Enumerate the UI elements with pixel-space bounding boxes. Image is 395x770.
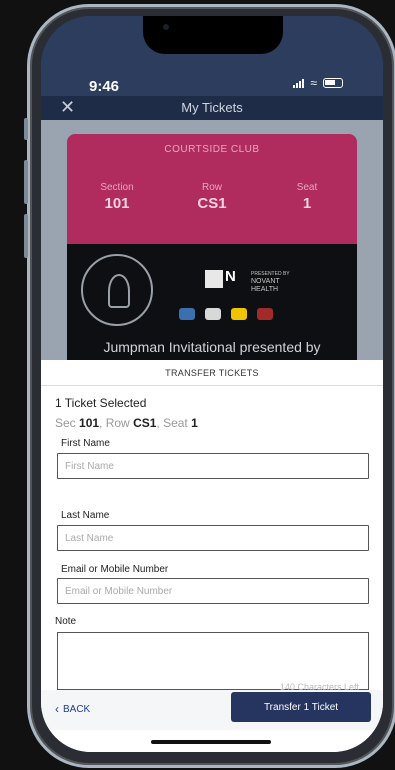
last-name-input[interactable] xyxy=(57,525,369,551)
event-name: Jumpman Invitational presented by xyxy=(103,339,321,355)
page-title: My Tickets xyxy=(181,100,243,115)
sponsor-text: PRESENTED BY NOVANT HEALTH xyxy=(251,270,290,294)
row-value: CS1 xyxy=(133,416,157,430)
home-indicator-area xyxy=(41,730,383,752)
seat-value: 1 xyxy=(191,416,198,430)
transfer-button[interactable]: Transfer 1 Ticket xyxy=(231,692,371,722)
school-logo-icon xyxy=(205,308,221,320)
status-time: 9:46 xyxy=(89,78,120,95)
volume-down-button xyxy=(24,214,28,258)
row-prefix: , Row xyxy=(99,416,134,430)
home-indicator[interactable] xyxy=(151,740,271,744)
tickets-selected: 1 Ticket Selected xyxy=(55,396,147,410)
section-value: 101 xyxy=(104,195,130,212)
signal-icon xyxy=(293,78,305,88)
ticket-seat: Seat 1 xyxy=(262,182,352,212)
ticket-section: Section 101 xyxy=(72,182,162,212)
contact-label: Email or Mobile Number xyxy=(61,564,169,575)
seat-prefix: , Seat xyxy=(156,416,192,430)
row-value: CS1 xyxy=(197,195,227,212)
seat-summary: Sec 101, Row CS1, Seat 1 xyxy=(55,416,198,430)
wifi-icon: ≈ xyxy=(310,76,317,90)
chevron-left-icon: ‹ xyxy=(55,702,59,716)
school-logo-icon xyxy=(231,308,247,320)
first-name-input[interactable] xyxy=(57,453,369,479)
sec-prefix: Sec xyxy=(55,416,80,430)
sec-value: 101 xyxy=(79,416,100,430)
notch xyxy=(143,16,283,54)
camera-icon xyxy=(163,24,169,30)
school-logo-icon xyxy=(257,308,273,320)
transfer-sheet: TRANSFER TICKETS 1 Ticket Selected Sec 1… xyxy=(41,360,383,752)
ticket-row: Row CS1 xyxy=(167,182,257,212)
note-label: Note xyxy=(55,616,77,627)
school-logo-icon xyxy=(179,308,195,320)
seat-value: 1 xyxy=(302,195,312,212)
first-name-label: First Name xyxy=(61,438,110,449)
sponsor-label: PRESENTED BY xyxy=(251,271,290,277)
battery-icon xyxy=(323,78,343,88)
sponsor-mark: N xyxy=(225,268,236,285)
novant-logo-icon xyxy=(205,270,223,288)
transfer-title: TRANSFER TICKETS xyxy=(41,360,383,386)
ticket-club-label: COURTSIDE CLUB xyxy=(164,144,260,155)
school-logos xyxy=(179,308,273,320)
phone-screen: 9:46 ≈ ✕ My Tickets COURTSIDE CLUB Secti… xyxy=(41,16,383,752)
back-button[interactable]: ‹ BACK xyxy=(55,702,90,716)
last-name-label: Last Name xyxy=(61,510,110,521)
sheet-footer: ‹ BACK Transfer 1 Ticket xyxy=(41,690,383,730)
jumpman-logo-icon xyxy=(81,254,153,326)
ticket-event-image: N PRESENTED BY NOVANT HEALTH Jumpman Inv… xyxy=(67,244,357,360)
back-label: BACK xyxy=(63,703,91,715)
mute-switch xyxy=(24,118,28,140)
volume-up-button xyxy=(24,160,28,204)
contact-input[interactable] xyxy=(57,578,369,604)
sponsor-name: NOVANT xyxy=(251,278,280,285)
sponsor-sub: HEALTH xyxy=(251,286,279,293)
section-label: Section xyxy=(100,182,134,193)
ticket-card[interactable]: COURTSIDE CLUB Section 101 Row CS1 Seat … xyxy=(67,134,357,360)
status-icons: ≈ xyxy=(293,76,343,90)
seat-label: Seat xyxy=(296,182,318,193)
row-label: Row xyxy=(201,182,222,193)
